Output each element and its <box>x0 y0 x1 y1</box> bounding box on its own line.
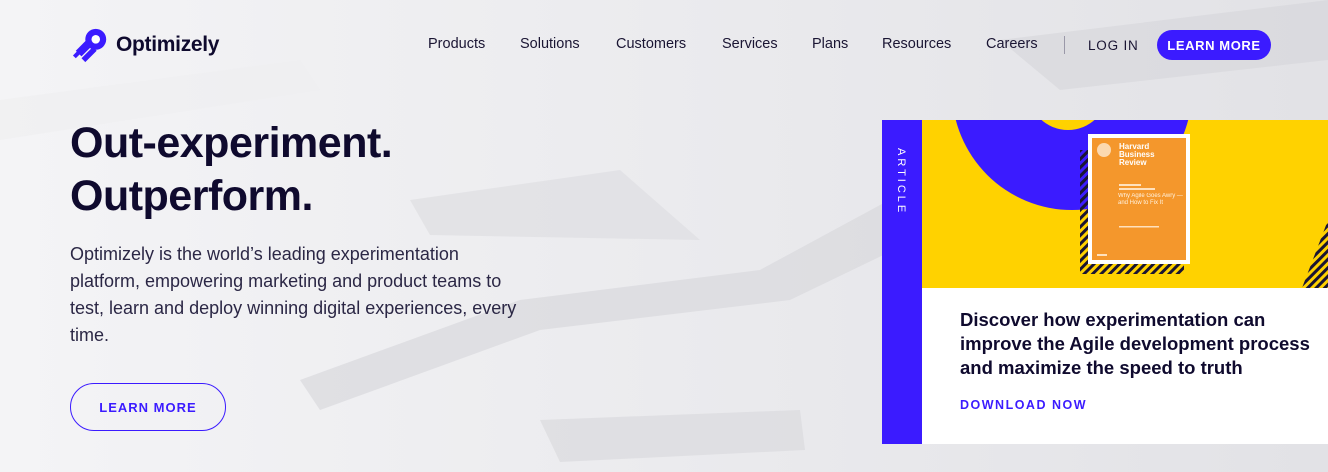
nav-item-services[interactable]: Services <box>722 36 778 52</box>
book-subtitle: Why Agile Goes Awry — and How to Fix It <box>1118 193 1183 206</box>
download-now-link[interactable]: DOWNLOAD NOW <box>960 398 1087 412</box>
nav-item-plans[interactable]: Plans <box>812 36 848 52</box>
hero-title: Out-experiment. Outperform. <box>70 117 520 223</box>
hero-learn-more-button[interactable]: LEARN MORE <box>70 383 226 431</box>
nav-divider <box>1064 36 1065 54</box>
hbr-cover-illustration: Harvard Business Review Why Agile Goes A… <box>955 120 1328 288</box>
brand-logo[interactable]: Optimizely <box>72 26 220 64</box>
card-category-strip: ARTICLE <box>882 120 922 444</box>
header-learn-more-button[interactable]: LEARN MORE <box>1157 30 1271 60</box>
nav-item-solutions[interactable]: Solutions <box>520 36 580 52</box>
nav-item-products[interactable]: Products <box>428 36 485 52</box>
card-title: Discover how experimentation can improve… <box>960 309 1310 378</box>
hero-title-line-2: Outperform. <box>70 172 313 220</box>
nav-item-resources[interactable]: Resources <box>882 36 951 52</box>
nav-item-careers[interactable]: Careers <box>986 36 1038 52</box>
top-header: Optimizely Products Solutions Customers … <box>0 0 1328 88</box>
article-promo-card[interactable]: ARTICLE Harvard Business Review Why Agil… <box>882 120 1328 444</box>
hero-section: Out-experiment. Outperform. Optimizely i… <box>70 117 520 349</box>
card-category-label: ARTICLE <box>895 148 907 216</box>
login-link[interactable]: LOG IN <box>1088 38 1139 53</box>
hero-description: Optimizely is the world’s leading experi… <box>70 244 517 345</box>
nav-item-customers[interactable]: Customers <box>616 36 686 52</box>
card-body: Harvard Business Review Why Agile Goes A… <box>922 120 1328 444</box>
book-brand-line-3: Review <box>1119 158 1147 167</box>
brand-name: Optimizely <box>116 33 220 56</box>
optimizely-logo-icon <box>72 28 107 63</box>
card-text: Discover how experimentation can improve… <box>922 288 1328 414</box>
hero-title-line-1: Out-experiment. <box>70 119 393 167</box>
card-illustration: Harvard Business Review Why Agile Goes A… <box>922 120 1328 288</box>
